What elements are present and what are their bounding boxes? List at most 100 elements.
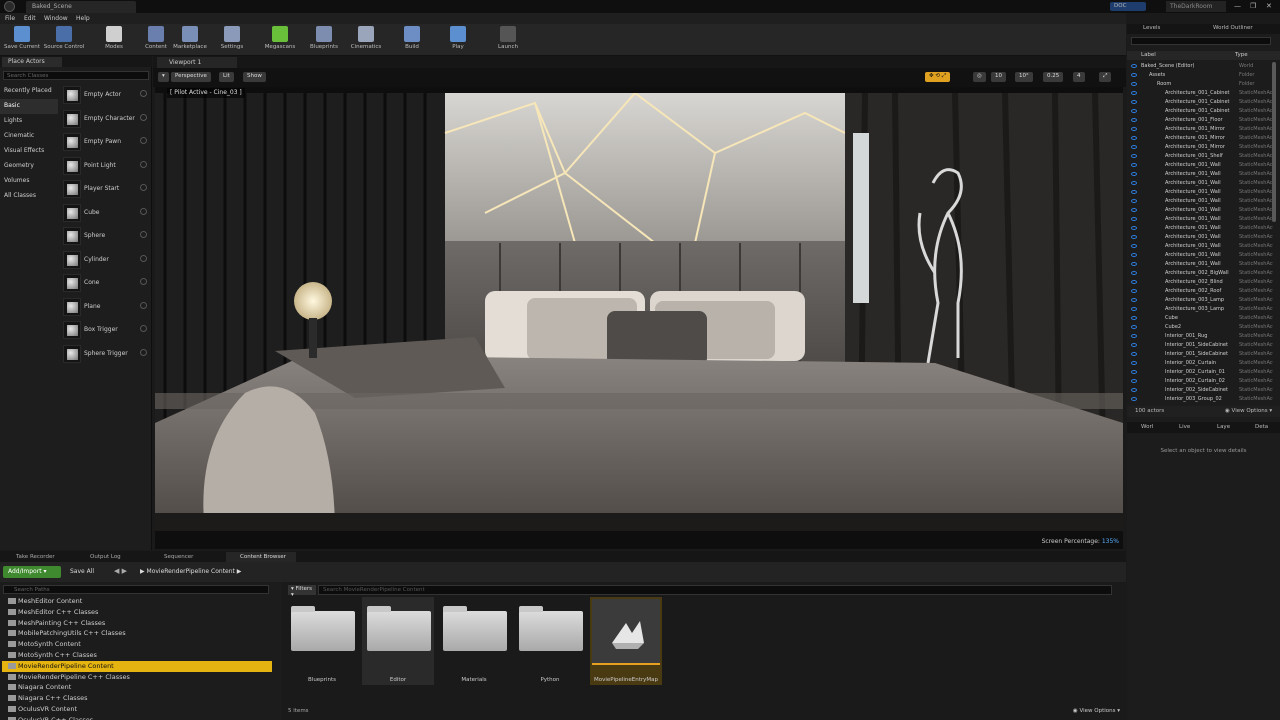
viewport-tab[interactable]: Viewport 1 [157, 57, 237, 68]
path-tree-item[interactable]: MobilePatchingUtils C++ Classes [2, 628, 272, 639]
outliner-row[interactable]: Baked_Scene (Editor) World [1127, 62, 1275, 71]
info-icon[interactable] [140, 113, 147, 121]
visibility-eye-icon[interactable] [1131, 199, 1137, 203]
outliner-row[interactable]: Interior_003_Group_02 StaticMeshActor [1127, 395, 1275, 404]
toolbar-cinematics-button[interactable]: Cinematics [344, 25, 388, 55]
toolbar-marketplace-button[interactable]: Marketplace [168, 25, 212, 55]
path-tree-item[interactable]: MeshEditor C++ Classes [2, 607, 272, 618]
visibility-eye-icon[interactable] [1131, 298, 1137, 302]
info-icon[interactable] [140, 254, 147, 262]
visibility-eye-icon[interactable] [1131, 361, 1137, 365]
outliner-row[interactable]: Architecture_001_Floor StaticMeshActor [1127, 116, 1275, 125]
outliner-row[interactable]: Architecture_003_Lamp StaticMeshActor [1127, 296, 1275, 305]
tab-levels[interactable]: Levels [1143, 25, 1160, 31]
outliner-row[interactable]: Architecture_001_Wall StaticMeshActor [1127, 170, 1275, 179]
toolbar-modes-button[interactable]: Modes [92, 25, 136, 55]
actor-item-box-trigger[interactable]: Box Trigger [59, 319, 152, 343]
toolbar-build-button[interactable]: Build [390, 25, 434, 55]
toolbar-launch-button[interactable]: Launch [486, 25, 530, 55]
outliner-row[interactable]: Architecture_001_Shelf StaticMeshActor [1127, 152, 1275, 161]
visibility-eye-icon[interactable] [1131, 253, 1137, 257]
save-all-button[interactable]: Save All [70, 568, 94, 575]
tab-details[interactable]: Deta [1255, 424, 1268, 430]
level-viewport[interactable]: [ Pilot Active - Cine_03 ] Screen Percen… [155, 87, 1123, 549]
info-icon[interactable] [140, 207, 147, 215]
outliner-row[interactable]: Architecture_001_Mirror StaticMeshActor [1127, 143, 1275, 152]
lit-button[interactable]: Lit [219, 72, 234, 82]
outliner-row[interactable]: Architecture_001_Cabinet StaticMeshActor [1127, 107, 1275, 116]
tab-world-outliner[interactable]: World Outliner [1213, 25, 1253, 31]
place-actors-tab[interactable]: Place Actors [2, 57, 62, 67]
toolbar-megascans-button[interactable]: Megascans [258, 25, 302, 55]
show-button[interactable]: Show [243, 72, 266, 82]
visibility-eye-icon[interactable] [1131, 127, 1137, 131]
filters-button[interactable]: ▾ Filters ▾ [288, 585, 316, 598]
outliner-row[interactable]: Architecture_001_Wall StaticMeshActor [1127, 251, 1275, 260]
visibility-eye-icon[interactable] [1131, 271, 1137, 275]
toolbar-play-button[interactable]: Play [436, 25, 480, 55]
asset-folder-tile[interactable]: Python [514, 597, 586, 685]
tab-take-recorder[interactable]: Take Recorder [2, 552, 70, 562]
outliner-row[interactable]: Interior_002_Curtain StaticMeshActor [1127, 359, 1275, 368]
visibility-eye-icon[interactable] [1131, 244, 1137, 248]
rotation-snap-button[interactable]: 10° [1015, 72, 1033, 82]
visibility-eye-icon[interactable] [1131, 280, 1137, 284]
outliner-row[interactable]: Architecture_001_Mirror StaticMeshActor [1127, 125, 1275, 134]
visibility-eye-icon[interactable] [1131, 208, 1137, 212]
outliner-row[interactable]: Architecture_003_Lamp StaticMeshActor [1127, 305, 1275, 314]
menu-file[interactable]: File [5, 15, 15, 22]
outliner-row[interactable]: Architecture_002_BigWall StaticMeshActor [1127, 269, 1275, 278]
visibility-eye-icon[interactable] [1131, 190, 1137, 194]
breadcrumb[interactable]: ▶ MovieRenderPipeline Content ▶ [140, 568, 241, 575]
visibility-eye-icon[interactable] [1131, 163, 1137, 167]
path-tree-item[interactable]: MovieRenderPipeline Content [2, 660, 272, 672]
visibility-eye-icon[interactable] [1131, 262, 1137, 266]
close-button[interactable]: ✕ [1266, 2, 1272, 10]
maximize-button[interactable]: ❐ [1250, 2, 1256, 10]
visibility-eye-icon[interactable] [1131, 145, 1137, 149]
path-tree-item[interactable]: MeshEditor Content [2, 596, 272, 607]
info-icon[interactable] [140, 278, 147, 285]
visibility-eye-icon[interactable] [1131, 226, 1137, 230]
tab-world-settings[interactable]: Worl [1141, 424, 1153, 430]
info-icon[interactable] [140, 137, 147, 144]
tab-sequencer[interactable]: Sequencer [150, 552, 220, 562]
visibility-eye-icon[interactable] [1131, 100, 1137, 104]
category-cinematic[interactable]: Cinematic [0, 129, 58, 144]
asset-folder-tile[interactable]: Editor [362, 597, 434, 685]
path-tree-item[interactable]: OculusVR Content [2, 704, 272, 715]
visibility-eye-icon[interactable] [1131, 73, 1137, 77]
actor-item-empty-character[interactable]: Empty Character [59, 108, 152, 132]
perspective-button[interactable]: Perspective [171, 72, 211, 82]
asset-folder-tile[interactable]: Blueprints [286, 597, 358, 685]
visibility-eye-icon[interactable] [1131, 82, 1137, 86]
asset-map-tile[interactable]: MoviePipelineEntryMap [590, 597, 662, 685]
path-tree-item[interactable]: Niagara C++ Classes [2, 693, 272, 704]
col-label[interactable]: Label [1141, 52, 1156, 58]
grid-snap-button[interactable]: 10 [991, 72, 1006, 82]
add-import-button[interactable]: Add/Import ▾ [3, 566, 61, 578]
camera-speed-button[interactable]: 4 [1073, 72, 1085, 82]
actor-item-plane[interactable]: Plane [59, 296, 152, 320]
category-basic[interactable]: Basic [0, 99, 58, 114]
outliner-row[interactable]: Architecture_001_Wall StaticMeshActor [1127, 188, 1275, 197]
outliner-row[interactable]: Cube2 StaticMeshActor [1127, 323, 1275, 332]
outliner-view-options[interactable]: ◉ View Options ▾ [1225, 408, 1272, 414]
toolbar-save-current-button[interactable]: Save Current [0, 25, 44, 55]
category-recently-placed[interactable]: Recently Placed [0, 84, 58, 99]
category-all-classes[interactable]: All Classes [0, 189, 58, 204]
actor-item-cube[interactable]: Cube [59, 202, 152, 226]
menu-window[interactable]: Window [44, 15, 68, 22]
info-icon[interactable] [140, 301, 147, 309]
visibility-eye-icon[interactable] [1131, 397, 1137, 401]
outliner-row[interactable]: Architecture_001_Wall StaticMeshActor [1127, 224, 1275, 233]
outliner-row[interactable]: Architecture_001_Wall StaticMeshActor [1127, 242, 1275, 251]
visibility-eye-icon[interactable] [1131, 154, 1137, 158]
category-lights[interactable]: Lights [0, 114, 58, 129]
info-icon[interactable] [140, 348, 147, 356]
toolbar-blueprints-button[interactable]: Blueprints [302, 25, 346, 55]
visibility-eye-icon[interactable] [1131, 91, 1137, 95]
outliner-row[interactable]: Architecture_001_Wall StaticMeshActor [1127, 206, 1275, 215]
actor-item-cylinder[interactable]: Cylinder [59, 249, 152, 273]
viewport-menu-button[interactable]: ▾ [158, 72, 169, 82]
